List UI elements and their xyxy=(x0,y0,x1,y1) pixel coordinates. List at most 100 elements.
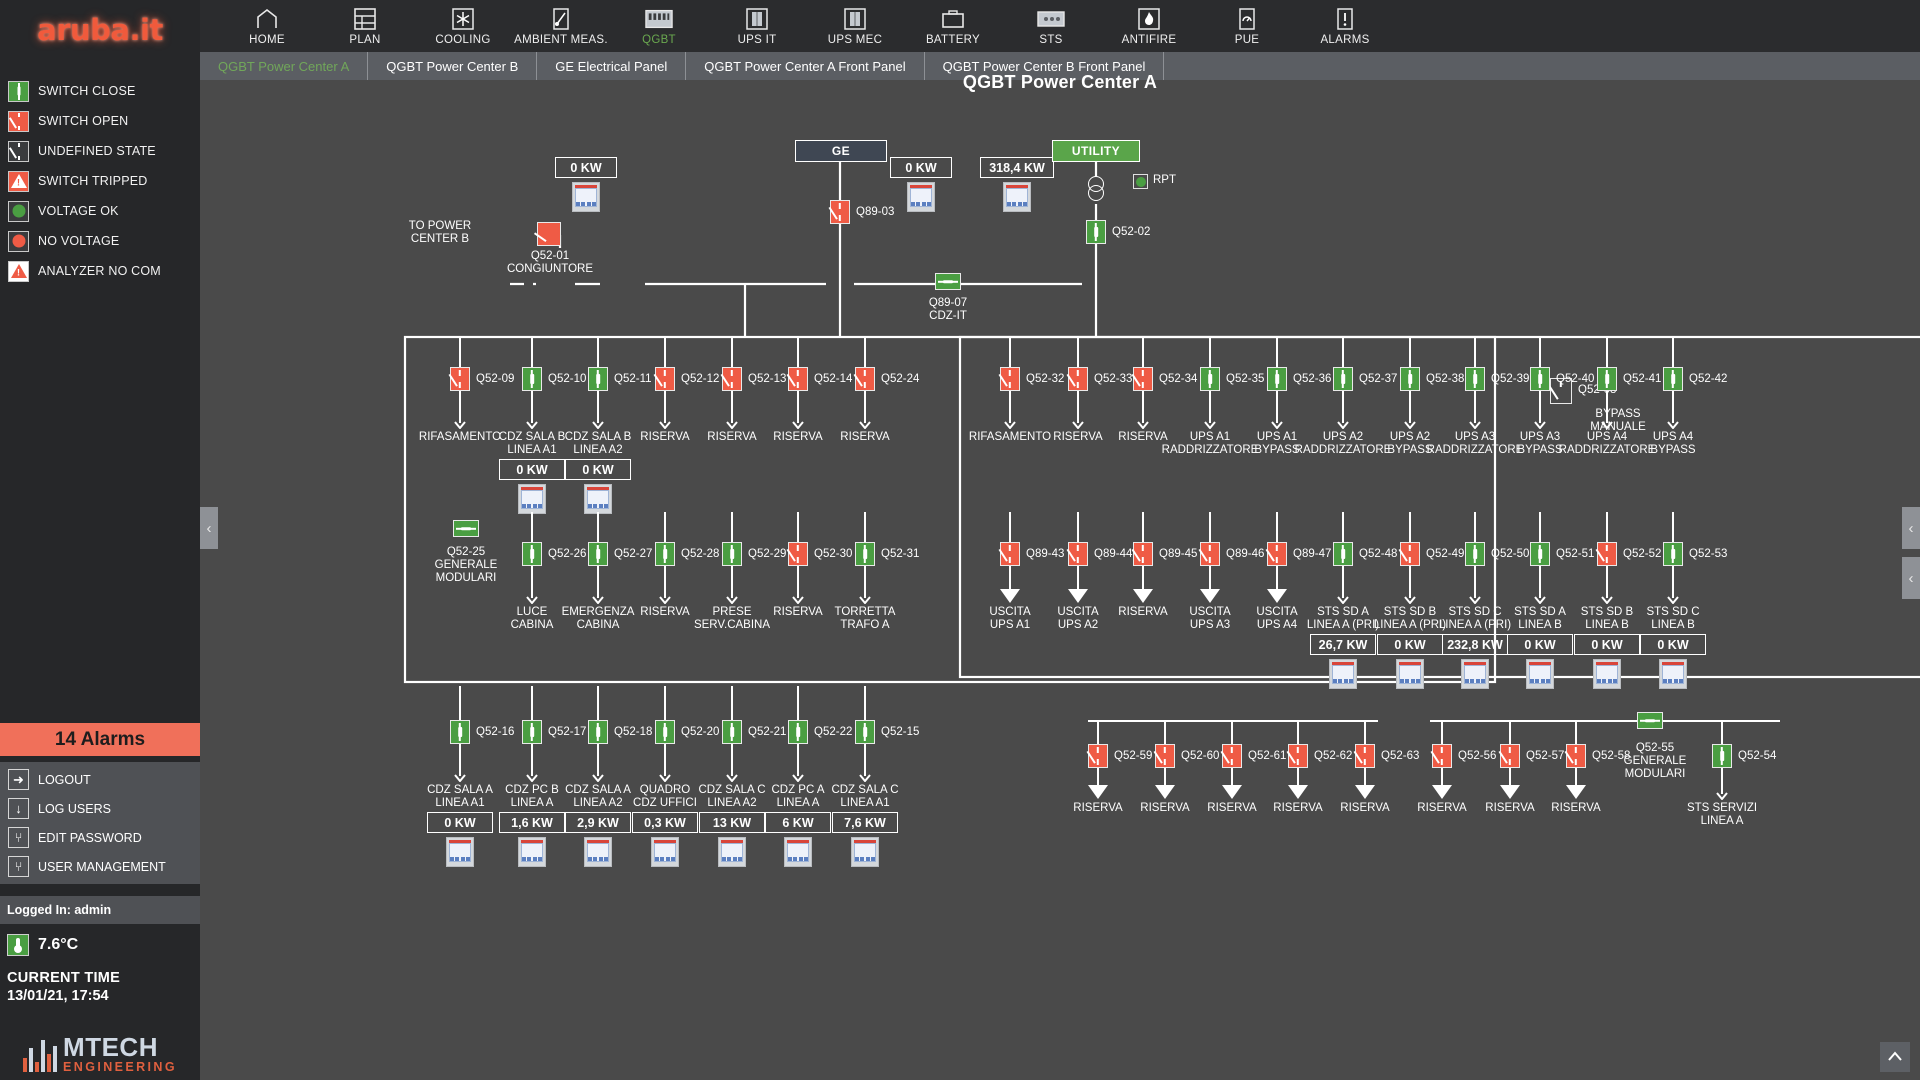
breaker-q89-47[interactable]: Q89-47 xyxy=(1265,542,1331,566)
analyzer-button[interactable] xyxy=(784,837,812,867)
breaker-q52-30[interactable]: Q52-30 xyxy=(786,542,852,566)
left-feed-analyzer[interactable] xyxy=(572,182,600,212)
breaker-q52-49[interactable]: Q52-49 xyxy=(1398,542,1464,566)
breaker-q52-59[interactable]: Q52-59 xyxy=(1086,744,1152,768)
nav-item-pue[interactable]: PUE xyxy=(1198,6,1296,46)
breaker-q52-41[interactable]: Q52-41 xyxy=(1597,367,1661,391)
nav-item-antifire[interactable]: ANTIFIRE xyxy=(1100,6,1198,46)
breaker-q52-60[interactable]: Q52-60 xyxy=(1153,744,1219,768)
breaker-q52-15[interactable]: Q52-15 xyxy=(855,720,919,744)
breaker-q52-52[interactable]: Q52-52 xyxy=(1595,542,1661,566)
breaker-q52-51[interactable]: Q52-51 xyxy=(1530,542,1594,566)
breaker-q52-01[interactable] xyxy=(533,222,561,246)
collapse-right-handle-1[interactable]: ‹ xyxy=(1902,507,1920,549)
breaker-q52-39[interactable]: Q52-39 xyxy=(1465,367,1529,391)
breaker-q52-40[interactable]: Q52-40 xyxy=(1530,367,1594,391)
nav-item-cooling[interactable]: COOLING xyxy=(414,6,512,46)
breaker-q89-03[interactable]: Q89-03 xyxy=(828,200,894,224)
log-users-button[interactable]: ↓ LOG USERS xyxy=(0,794,200,823)
breaker-q52-61[interactable]: Q52-61 xyxy=(1220,744,1286,768)
breaker-q52-36[interactable]: Q52-36 xyxy=(1267,367,1331,391)
breaker-q52-50[interactable]: Q52-50 xyxy=(1465,542,1529,566)
breaker-q52-24[interactable]: Q52-24 xyxy=(853,367,919,391)
breaker-q89-44[interactable]: Q89-44 xyxy=(1066,542,1132,566)
breaker-q52-17[interactable]: Q52-17 xyxy=(522,720,586,744)
analyzer-button[interactable] xyxy=(446,837,474,867)
breaker-q52-02[interactable]: Q52-02 xyxy=(1086,220,1150,244)
breaker-q89-07[interactable] xyxy=(935,273,961,290)
breaker-q52-58[interactable]: Q52-58 xyxy=(1564,744,1630,768)
collapse-right-handle-2[interactable]: ‹ xyxy=(1902,557,1920,599)
breaker-q52-32[interactable]: Q52-32 xyxy=(998,367,1064,391)
logout-button[interactable]: ➜ LOGOUT xyxy=(0,765,200,794)
user-management-button[interactable]: ⑂ USER MANAGEMENT xyxy=(0,852,200,881)
analyzer-button[interactable] xyxy=(584,837,612,867)
breaker-q52-09[interactable]: Q52-09 xyxy=(448,367,514,391)
breaker-q52-33[interactable]: Q52-33 xyxy=(1066,367,1132,391)
breaker-q52-56[interactable]: Q52-56 xyxy=(1430,744,1496,768)
nav-item-sts[interactable]: STS xyxy=(1002,6,1100,46)
breaker-q52-37[interactable]: Q52-37 xyxy=(1333,367,1397,391)
breaker-q52-22[interactable]: Q52-22 xyxy=(788,720,852,744)
breaker-q52-34[interactable]: Q52-34 xyxy=(1131,367,1197,391)
breaker-q52-26[interactable]: Q52-26 xyxy=(522,542,586,566)
breaker-q52-10[interactable]: Q52-10 xyxy=(522,367,586,391)
analyzer-button[interactable] xyxy=(1329,659,1357,689)
analyzer-button[interactable] xyxy=(518,837,546,867)
breaker-q52-55[interactable] xyxy=(1637,712,1663,729)
breaker-q52-25[interactable] xyxy=(453,520,479,537)
source-ge[interactable]: GE xyxy=(795,140,887,162)
utility-analyzer[interactable] xyxy=(1003,182,1031,212)
brand-logo[interactable]: aruba.it xyxy=(0,0,200,60)
breaker-q52-14[interactable]: Q52-14 xyxy=(786,367,852,391)
analyzer-button[interactable] xyxy=(1593,659,1621,689)
analyzer-button[interactable] xyxy=(851,837,879,867)
breaker-q52-21[interactable]: Q52-21 xyxy=(722,720,786,744)
collapse-left-handle[interactable]: ‹ xyxy=(200,507,218,549)
breaker-q52-31[interactable]: Q52-31 xyxy=(855,542,919,566)
nav-item-home[interactable]: HOME xyxy=(218,6,316,46)
source-utility[interactable]: UTILITY xyxy=(1052,140,1140,162)
breaker-q52-62[interactable]: Q52-62 xyxy=(1286,744,1352,768)
breaker-q52-53[interactable]: Q52-53 xyxy=(1663,542,1727,566)
breaker-q89-45[interactable]: Q89-45 xyxy=(1131,542,1197,566)
breaker-q52-63[interactable]: Q52-63 xyxy=(1353,744,1419,768)
analyzer-button[interactable] xyxy=(651,837,679,867)
breaker-q52-29[interactable]: Q52-29 xyxy=(722,542,786,566)
breaker-q52-18[interactable]: Q52-18 xyxy=(588,720,652,744)
nav-item-ups-mec[interactable]: UPS MEC xyxy=(806,6,904,46)
nav-item-ups-it[interactable]: UPS IT xyxy=(708,6,806,46)
edit-password-button[interactable]: ⑂ EDIT PASSWORD xyxy=(0,823,200,852)
breaker-q52-11[interactable]: Q52-11 xyxy=(588,367,652,391)
nav-item-battery[interactable]: BATTERY xyxy=(904,6,1002,46)
analyzer-button[interactable] xyxy=(1659,659,1687,689)
breaker-q52-27[interactable]: Q52-27 xyxy=(588,542,652,566)
breaker-q52-38[interactable]: Q52-38 xyxy=(1400,367,1464,391)
rpt-indicator[interactable]: RPT xyxy=(1133,174,1176,189)
breaker-q52-48[interactable]: Q52-48 xyxy=(1333,542,1397,566)
analyzer-button[interactable] xyxy=(584,484,612,514)
nav-item-alarms[interactable]: ALARMS xyxy=(1296,6,1394,46)
analyzer-button[interactable] xyxy=(518,484,546,514)
breaker-q89-43[interactable]: Q89-43 xyxy=(998,542,1064,566)
breaker-q52-12[interactable]: Q52-12 xyxy=(653,367,719,391)
breaker-q52-42[interactable]: Q52-42 xyxy=(1663,367,1727,391)
breaker-q52-35[interactable]: Q52-35 xyxy=(1200,367,1264,391)
nav-item-qgbt[interactable]: QGBT xyxy=(610,6,708,46)
nav-item-ambient-meas[interactable]: AMBIENT MEAS. xyxy=(512,6,610,46)
analyzer-button[interactable] xyxy=(1526,659,1554,689)
analyzer-button[interactable] xyxy=(1396,659,1424,689)
breaker-q52-20[interactable]: Q52-20 xyxy=(655,720,719,744)
breaker-q52-13[interactable]: Q52-13 xyxy=(720,367,786,391)
analyzer-button[interactable] xyxy=(1461,659,1489,689)
breaker-q52-28[interactable]: Q52-28 xyxy=(655,542,719,566)
ge-analyzer[interactable] xyxy=(907,182,935,212)
alarms-banner[interactable]: 14 Alarms xyxy=(0,723,200,756)
breaker-q52-57[interactable]: Q52-57 xyxy=(1498,744,1564,768)
breaker-q89-46[interactable]: Q89-46 xyxy=(1198,542,1264,566)
breaker-q52-54[interactable]: Q52-54 xyxy=(1712,744,1776,768)
nav-item-plan[interactable]: PLAN xyxy=(316,6,414,46)
breaker-q52-16[interactable]: Q52-16 xyxy=(450,720,514,744)
analyzer-button[interactable] xyxy=(718,837,746,867)
scroll-to-top-button[interactable] xyxy=(1880,1042,1910,1072)
